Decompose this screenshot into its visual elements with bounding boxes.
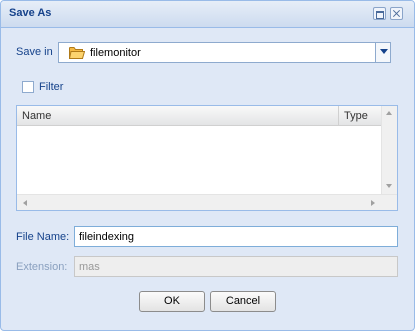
scroll-right-icon[interactable] — [371, 200, 375, 206]
extension-field — [74, 256, 398, 277]
column-divider — [338, 106, 339, 125]
ok-button[interactable]: OK — [139, 291, 205, 312]
horizontal-scrollbar[interactable] — [17, 194, 397, 210]
scroll-up-icon[interactable] — [386, 111, 392, 115]
save-in-value: filemonitor — [90, 47, 141, 59]
folder-icon — [69, 47, 85, 59]
cancel-button[interactable]: Cancel — [210, 291, 276, 312]
save-in-combo[interactable]: filemonitor — [58, 42, 391, 63]
column-header-type[interactable]: Type — [344, 110, 368, 122]
scroll-down-icon[interactable] — [386, 184, 392, 188]
file-list-grid[interactable]: Name Type — [16, 105, 398, 211]
column-header-name[interactable]: Name — [22, 110, 51, 122]
filter-checkbox[interactable] — [22, 81, 34, 93]
save-in-label: Save in — [16, 46, 53, 58]
extension-label: Extension: — [16, 261, 68, 273]
filter-label: Filter — [39, 81, 64, 93]
chevron-down-icon[interactable] — [375, 43, 390, 62]
scroll-left-icon[interactable] — [23, 200, 27, 206]
dialog-title: Save As — [9, 7, 52, 19]
file-name-label: File Name: — [16, 231, 70, 243]
maximize-icon[interactable] — [373, 7, 386, 20]
vertical-scrollbar[interactable] — [381, 106, 397, 194]
dialog-titlebar[interactable]: Save As — [1, 1, 414, 28]
grid-header: Name Type — [17, 106, 381, 126]
close-icon[interactable] — [390, 7, 403, 20]
save-as-dialog: Save As Save in filemonitor Filter Name … — [0, 0, 415, 331]
file-name-field[interactable] — [74, 226, 398, 247]
